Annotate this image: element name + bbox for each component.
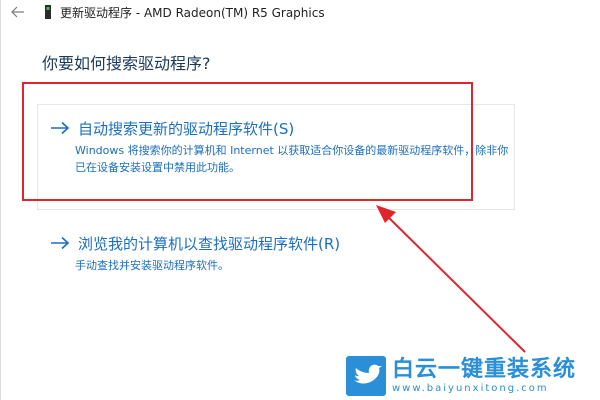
watermark-text: 白云一键重装系统 www.baiyunxitong.com (392, 357, 576, 395)
watermark-brand: 白云一键重装系统 (392, 357, 577, 382)
watermark-url: www.baiyunxitong.com (392, 383, 549, 394)
option-browse-computer[interactable]: 浏览我的计算机以查找驱动程序软件(R) 手动查找并安装驱动程序软件。 (50, 231, 520, 274)
window-left-border (0, 0, 1, 400)
page-question: 你要如何搜索驱动程序? (42, 54, 211, 73)
bird-logo-icon (346, 356, 386, 396)
device-icon (45, 5, 51, 19)
driver-update-window: 更新驱动程序 - AMD Radeon(TM) R5 Graphics 你要如何… (0, 0, 600, 400)
window-title-bar: 更新驱动程序 - AMD Radeon(TM) R5 Graphics (44, 2, 325, 22)
option-browse-computer-description: 手动查找并安装驱动程序软件。 (75, 259, 229, 272)
window-title: 更新驱动程序 - AMD Radeon(TM) R5 Graphics (60, 5, 325, 20)
option-browse-computer-head[interactable]: 浏览我的计算机以查找驱动程序软件(R) (50, 231, 520, 255)
option-browse-computer-title[interactable]: 浏览我的计算机以查找驱动程序软件(R) (78, 233, 340, 254)
back-arrow-icon[interactable] (10, 4, 26, 20)
arrow-right-icon (51, 236, 70, 250)
red-highlight-box (22, 82, 473, 201)
watermark: 白云一键重装系统 www.baiyunxitong.com (346, 354, 576, 398)
